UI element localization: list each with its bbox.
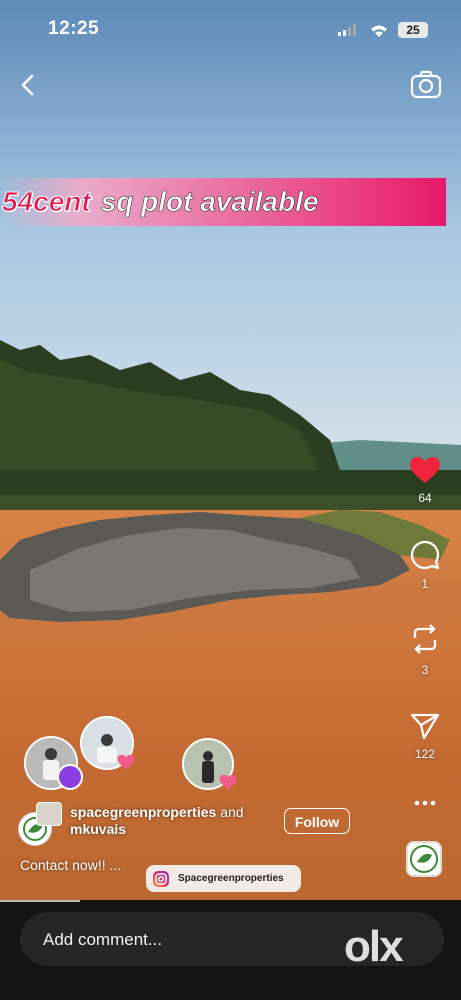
repost-count: 3 <box>421 663 429 677</box>
repost-button[interactable]: 3 <box>404 622 446 677</box>
comment-bubble-icon <box>410 540 440 570</box>
reel-screen: 12:25 25 54cent sq plot available 64 1 3… <box>0 0 461 1000</box>
heart-icon <box>410 457 440 483</box>
collaborator-avatar[interactable] <box>36 802 62 826</box>
wifi-icon <box>371 25 387 37</box>
like-count: 64 <box>418 491 432 505</box>
author-connector: and <box>220 804 244 820</box>
collab-badge-icon <box>57 764 83 790</box>
battery-indicator: 25 <box>398 22 428 38</box>
leaf-logo-icon <box>410 845 438 873</box>
author-line[interactable]: spacegreenproperties and mkuvais <box>70 804 280 838</box>
more-dots-icon <box>414 800 436 806</box>
author-name[interactable]: spacegreenproperties <box>70 804 216 820</box>
instagram-tag-label: Spacegreenproperties <box>178 873 284 884</box>
collaborator-name[interactable]: mkuvais <box>70 821 126 837</box>
reel-video-frame[interactable] <box>0 0 461 1000</box>
send-icon <box>410 713 440 740</box>
heart-badge-icon <box>219 774 237 790</box>
heart-badge-icon <box>117 754 135 770</box>
share-count: 122 <box>414 747 436 761</box>
back-arrow-icon[interactable] <box>18 74 38 96</box>
banner-title-text: sq plot available <box>100 186 319 218</box>
instagram-icon <box>153 870 169 887</box>
camera-icon[interactable] <box>410 70 442 100</box>
olx-watermark: olx <box>344 922 404 971</box>
more-options-button[interactable] <box>404 794 446 812</box>
like-button[interactable]: 64 <box>404 456 446 505</box>
follow-button[interactable]: Follow <box>284 808 350 834</box>
caption-text[interactable]: Contact now!! ... <box>20 857 121 873</box>
banner-size-text: 54cent <box>2 186 92 218</box>
signal-icon <box>338 24 356 36</box>
comment-button[interactable]: 1 <box>404 540 446 591</box>
comment-placeholder: Add comment... <box>43 930 163 949</box>
audio-thumbnail[interactable] <box>406 841 442 877</box>
comment-count: 1 <box>421 577 429 591</box>
instagram-tag[interactable]: Spacegreenproperties <box>146 865 301 892</box>
share-button[interactable]: 122 <box>404 712 446 761</box>
status-time: 12:25 <box>48 18 100 39</box>
promo-banner: 54cent sq plot available <box>0 178 446 226</box>
repost-icon <box>413 624 437 654</box>
video-progress-bar[interactable] <box>0 900 80 902</box>
